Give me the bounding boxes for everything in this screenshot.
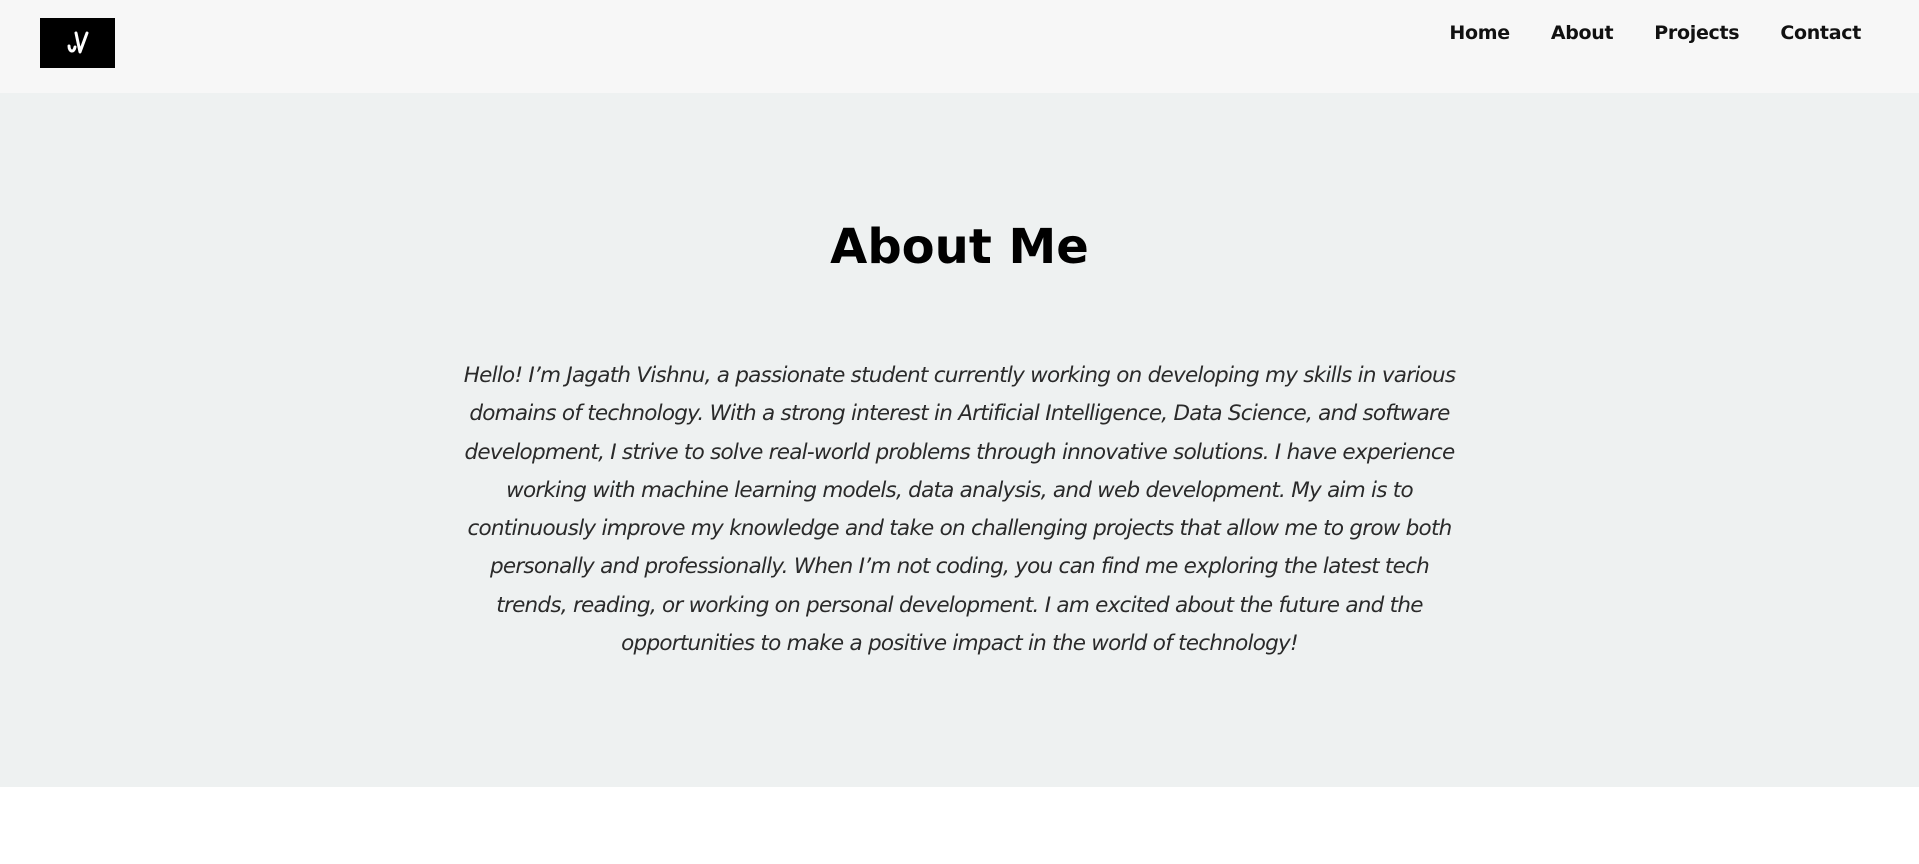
- main-nav: Home About Projects Contact: [1408, 21, 1861, 45]
- logo[interactable]: [40, 18, 115, 68]
- logo-jv-mark-icon: [67, 31, 88, 54]
- about-paragraph: Hello! I’m Jagath Vishnu, a passionate s…: [463, 363, 1456, 657]
- nav-link-projects[interactable]: Projects: [1654, 21, 1739, 45]
- nav-link-contact[interactable]: Contact: [1780, 21, 1861, 45]
- about-title: About Me: [830, 219, 1089, 275]
- nav-link-about[interactable]: About: [1551, 21, 1614, 45]
- about-section: About Me Hello! I’m Jagath Vishnu, a pas…: [0, 93, 1919, 787]
- nav-link-home[interactable]: Home: [1449, 21, 1510, 45]
- below-section-area: [0, 787, 1919, 864]
- page: Home About Projects Contact About Me Hel…: [0, 0, 1919, 864]
- navbar: Home About Projects Contact: [0, 0, 1919, 93]
